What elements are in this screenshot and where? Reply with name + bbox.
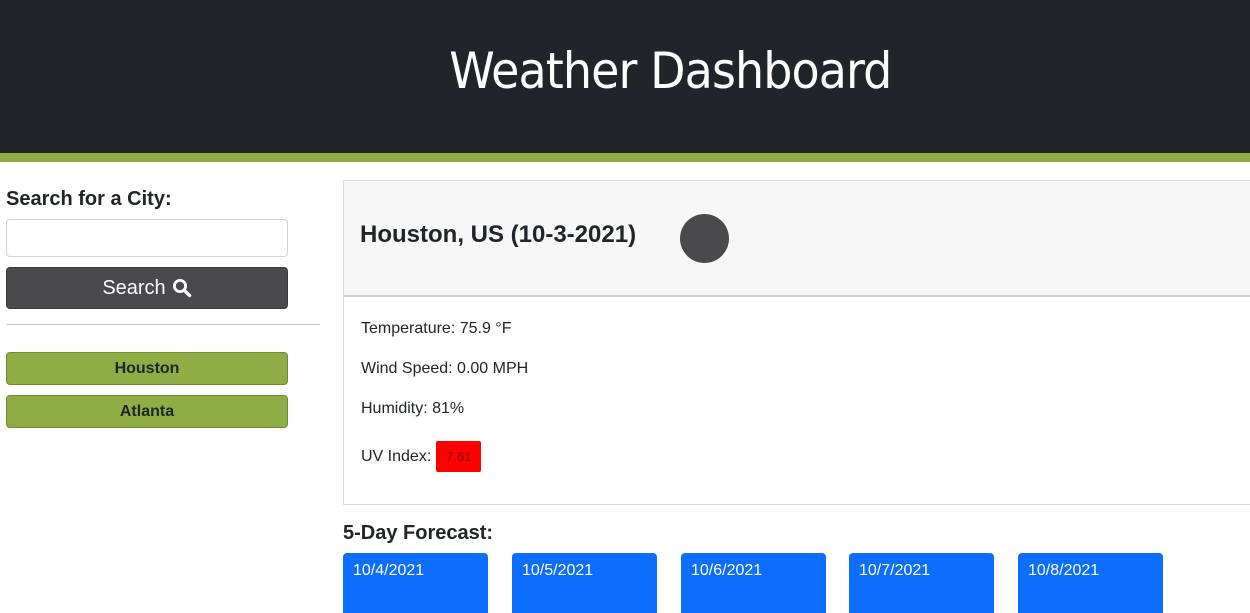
forecast-row: 10/4/2021 10/5/2021 10/6/2021 10/7/2021 … bbox=[343, 553, 1163, 613]
current-weather-header: Houston, US (10-3-2021) bbox=[344, 181, 1250, 297]
search-input[interactable] bbox=[6, 219, 288, 257]
search-button-label: Search bbox=[102, 276, 166, 299]
temperature-text: Temperature: 75.9 °F bbox=[361, 320, 512, 337]
forecast-date: 10/6/2021 bbox=[691, 562, 763, 579]
uv-index-label: UV Index: bbox=[361, 447, 432, 465]
search-history-list: Houston Atlanta bbox=[6, 352, 288, 438]
uv-index-line: UV Index: 7.61 bbox=[361, 441, 482, 472]
forecast-card: 10/5/2021 bbox=[512, 553, 657, 613]
header-accent-bar bbox=[0, 153, 1250, 162]
search-button[interactable]: Search bbox=[6, 267, 288, 309]
history-item-houston[interactable]: Houston bbox=[6, 352, 288, 385]
forecast-title: 5-Day Forecast: bbox=[343, 522, 494, 544]
forecast-date: 10/7/2021 bbox=[859, 562, 931, 579]
city-title: Houston, US (10-3-2021) bbox=[360, 221, 637, 248]
page-header: Weather Dashboard bbox=[0, 0, 1250, 153]
wind-speed-text: Wind Speed: 0.00 MPH bbox=[361, 360, 529, 377]
forecast-card: 10/4/2021 bbox=[343, 553, 488, 613]
search-icon bbox=[172, 278, 192, 298]
sidebar-divider bbox=[6, 324, 320, 325]
history-item-atlanta[interactable]: Atlanta bbox=[6, 395, 288, 428]
humidity-text: Humidity: 81% bbox=[361, 400, 465, 417]
forecast-card: 10/8/2021 bbox=[1018, 553, 1163, 613]
uv-index-badge: 7.61 bbox=[436, 441, 482, 472]
current-weather-card: Houston, US (10-3-2021) Temperature: 75.… bbox=[343, 180, 1250, 505]
forecast-date: 10/8/2021 bbox=[1028, 562, 1100, 579]
forecast-date: 10/5/2021 bbox=[522, 562, 594, 579]
forecast-card: 10/6/2021 bbox=[681, 553, 826, 613]
weather-icon bbox=[680, 214, 729, 263]
forecast-card: 10/7/2021 bbox=[849, 553, 994, 613]
forecast-date: 10/4/2021 bbox=[353, 562, 425, 579]
page-title: Weather Dashboard bbox=[448, 41, 892, 100]
search-label: Search for a City: bbox=[6, 188, 172, 210]
